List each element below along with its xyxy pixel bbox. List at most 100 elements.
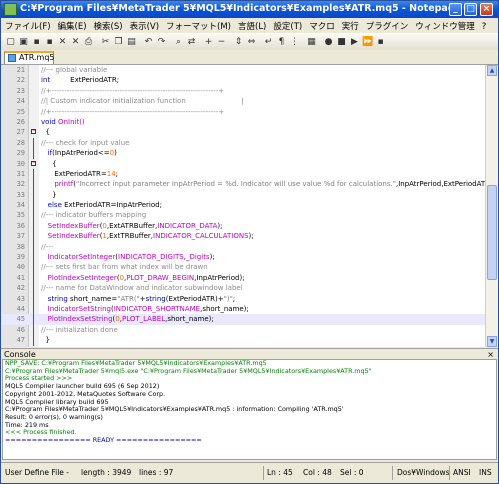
find-icon[interactable]: ⌕ — [173, 37, 184, 48]
zoom-out-icon[interactable]: − — [216, 37, 227, 48]
zoom-in-icon[interactable]: + — [203, 37, 214, 48]
show-all-chars-icon[interactable]: ¶ — [276, 37, 287, 48]
menu-item[interactable]: ウィンドウ管理 — [411, 18, 478, 32]
code-editor[interactable]: 21 //--- global variable 22 int ExtPeriodAT… — [1, 65, 498, 347]
code-line[interactable]: 22 int ExtPeriodATR; — [1, 75, 485, 85]
fold-toggle-icon[interactable]: − — [31, 129, 36, 135]
code-token: INDICATOR_DATA — [157, 221, 218, 230]
code-line[interactable]: 43 string short_name="ATR("+string(ExtPe… — [1, 293, 485, 304]
copy-icon[interactable]: ❐ — [113, 37, 124, 48]
user-language-icon[interactable]: ▦ — [306, 37, 317, 48]
code-line[interactable]: 38 //--- — [1, 241, 485, 253]
close-all-icon[interactable]: ✕ — [70, 37, 81, 48]
fold-line — [33, 168, 34, 180]
play-macro-icon[interactable]: ▶ — [349, 37, 360, 48]
menu-item[interactable]: 表示(V) — [126, 18, 162, 32]
new-file-icon[interactable]: ▢ — [5, 37, 16, 48]
code-line[interactable]: 24 //| Custom indicator initialization fu… — [1, 96, 485, 106]
code-line[interactable]: 36 SetIndexBuffer(0,ExtATRBuffer,INDICAT… — [1, 220, 485, 232]
code-line[interactable]: 29 if(InpAtrPeriod<=0) — [1, 148, 485, 159]
code-line[interactable]: 28 //--- check for input value — [1, 137, 485, 149]
indent-guide-icon[interactable]: ⋮ — [289, 37, 300, 48]
code-token: ,InpAtrPeriod); — [194, 273, 245, 282]
fold-line — [33, 210, 34, 221]
code-line[interactable]: 37 SetIndexBuffer(1,ExtTRBuffer,INDICATO… — [1, 231, 485, 242]
code-line[interactable]: 40 //--- sets first bar from what index w… — [1, 262, 485, 273]
scroll-thumb[interactable] — [487, 185, 497, 280]
code-line[interactable]: 34 else ExtPeriodATR=InpAtrPeriod; — [1, 200, 485, 211]
menu-item[interactable]: ? — [478, 20, 490, 32]
code-line[interactable]: 44 IndicatorSetString(INDICATOR_SHORTNAM… — [1, 303, 485, 315]
code-token: ) — [114, 149, 117, 158]
code-line[interactable]: 42 //--- name for DataWindow and indicato… — [1, 283, 485, 294]
code-line[interactable]: 25 //+-----------------------------------… — [1, 107, 485, 117]
replace-icon[interactable]: ⇄ — [186, 37, 197, 48]
code-text: PlotIndexSetInteger(0,PLOT_DRAW_BEGIN,In… — [41, 273, 245, 283]
sync-vertical-icon[interactable]: ⇕ — [233, 37, 244, 48]
title-bar[interactable]: C:¥Program Files¥MetaTrader 5¥MQL5¥Indic… — [1, 1, 498, 18]
code-line[interactable]: 35 //--- indicator buffers mapping — [1, 210, 485, 221]
line-number: 45 — [16, 315, 25, 324]
code-line[interactable]: 39 IndicatorSetInteger(INDICATOR_DIGITS,… — [1, 252, 485, 263]
code-line[interactable]: 45 PlotIndexSetString(0,PLOT_LABEL,short… — [1, 314, 485, 325]
code-lines[interactable]: 21 //--- global variable 22 int ExtPeriodAT… — [1, 65, 495, 346]
menu-item[interactable]: 実行 — [338, 18, 362, 32]
stop-macro-icon[interactable]: ■ — [336, 37, 347, 48]
print-icon[interactable]: ⎙ — [83, 37, 94, 48]
code-token: PlotIndexSetString — [41, 315, 113, 324]
code-text: //--- — [41, 242, 53, 252]
menu-item[interactable]: 検索(S) — [90, 18, 126, 32]
code-text: printf("Incorrect input parameter InpAtr… — [41, 179, 495, 189]
close-file-icon[interactable]: ✕ — [57, 37, 68, 48]
word-wrap-icon[interactable]: ↵ — [263, 37, 274, 48]
code-line[interactable]: 46 //--- initialization done — [1, 324, 485, 336]
menu-item[interactable]: 言語(L) — [234, 18, 269, 32]
code-token: } — [41, 336, 50, 345]
paste-icon[interactable]: ▤ — [126, 37, 137, 48]
tab-atr-mq5[interactable]: ATR.mq5 — [4, 51, 55, 64]
menu-item[interactable]: プラグイン — [362, 18, 412, 32]
sync-horizontal-icon[interactable]: ⇔ — [246, 37, 257, 48]
menu-item[interactable]: 編集(E) — [54, 18, 90, 32]
line-number: 22 — [16, 76, 25, 85]
play-multiple-icon[interactable]: ⏩ — [362, 37, 373, 48]
record-macro-icon[interactable]: ● — [323, 37, 334, 48]
code-token: { — [41, 159, 57, 168]
fold-line — [33, 189, 34, 201]
maximize-button[interactable]: □ — [464, 3, 477, 16]
scroll-down-icon[interactable]: ▼ — [487, 336, 497, 347]
code-line[interactable]: 27− { — [1, 127, 485, 137]
close-button[interactable]: × — [480, 3, 493, 16]
menu-item[interactable]: フォーマット(M) — [162, 18, 234, 32]
code-token: INDICATOR_DIGITS — [118, 253, 184, 262]
save-icon[interactable]: ▪ — [31, 37, 42, 48]
code-line[interactable]: 31 ExtPeriodATR=14; — [1, 168, 485, 180]
console-header: Console × — [1, 348, 498, 359]
code-line[interactable]: 41 PlotIndexSetInteger(0,PLOT_DRAW_BEGIN… — [1, 272, 485, 284]
save-all-icon[interactable]: ▪ — [44, 37, 55, 48]
code-line[interactable]: 33 } — [1, 189, 485, 201]
console-title: Console — [4, 350, 36, 359]
fold-line — [33, 148, 34, 159]
save-macro-icon[interactable]: ▪ — [375, 37, 386, 48]
line-number: 24 — [16, 97, 25, 106]
code-line[interactable]: 32 printf("Incorrect input parameter Inp… — [1, 179, 495, 190]
menu-item[interactable]: 設定(T) — [269, 18, 305, 32]
fold-toggle-icon[interactable]: − — [31, 160, 36, 166]
open-file-icon[interactable]: ▣ — [18, 37, 29, 48]
minimize-button[interactable]: _ — [449, 3, 462, 16]
scroll-up-icon[interactable]: ▲ — [487, 65, 497, 76]
redo-icon[interactable]: ↷ — [156, 37, 167, 48]
code-line[interactable]: 30− { — [1, 159, 485, 169]
menu-item[interactable]: ファイル(F) — [1, 18, 54, 32]
code-line[interactable]: 47 } — [1, 335, 485, 346]
vertical-scrollbar[interactable]: ▲ ▼ — [485, 65, 498, 347]
code-line[interactable]: 23 //+-----------------------------------… — [1, 86, 485, 96]
code-text: SetIndexBuffer(1,ExtTRBuffer,INDICATOR_C… — [41, 231, 254, 241]
code-line[interactable]: 21 //--- global variable — [1, 65, 485, 75]
cut-icon[interactable]: ✂ — [100, 37, 111, 48]
menu-item[interactable]: マクロ — [305, 18, 338, 32]
code-line[interactable]: 26 void OnInit() — [1, 117, 485, 127]
undo-icon[interactable]: ↶ — [143, 37, 154, 48]
console-output[interactable]: NPP_SAVE: C:¥Program Files¥MetaTrader 5¥… — [2, 359, 497, 460]
